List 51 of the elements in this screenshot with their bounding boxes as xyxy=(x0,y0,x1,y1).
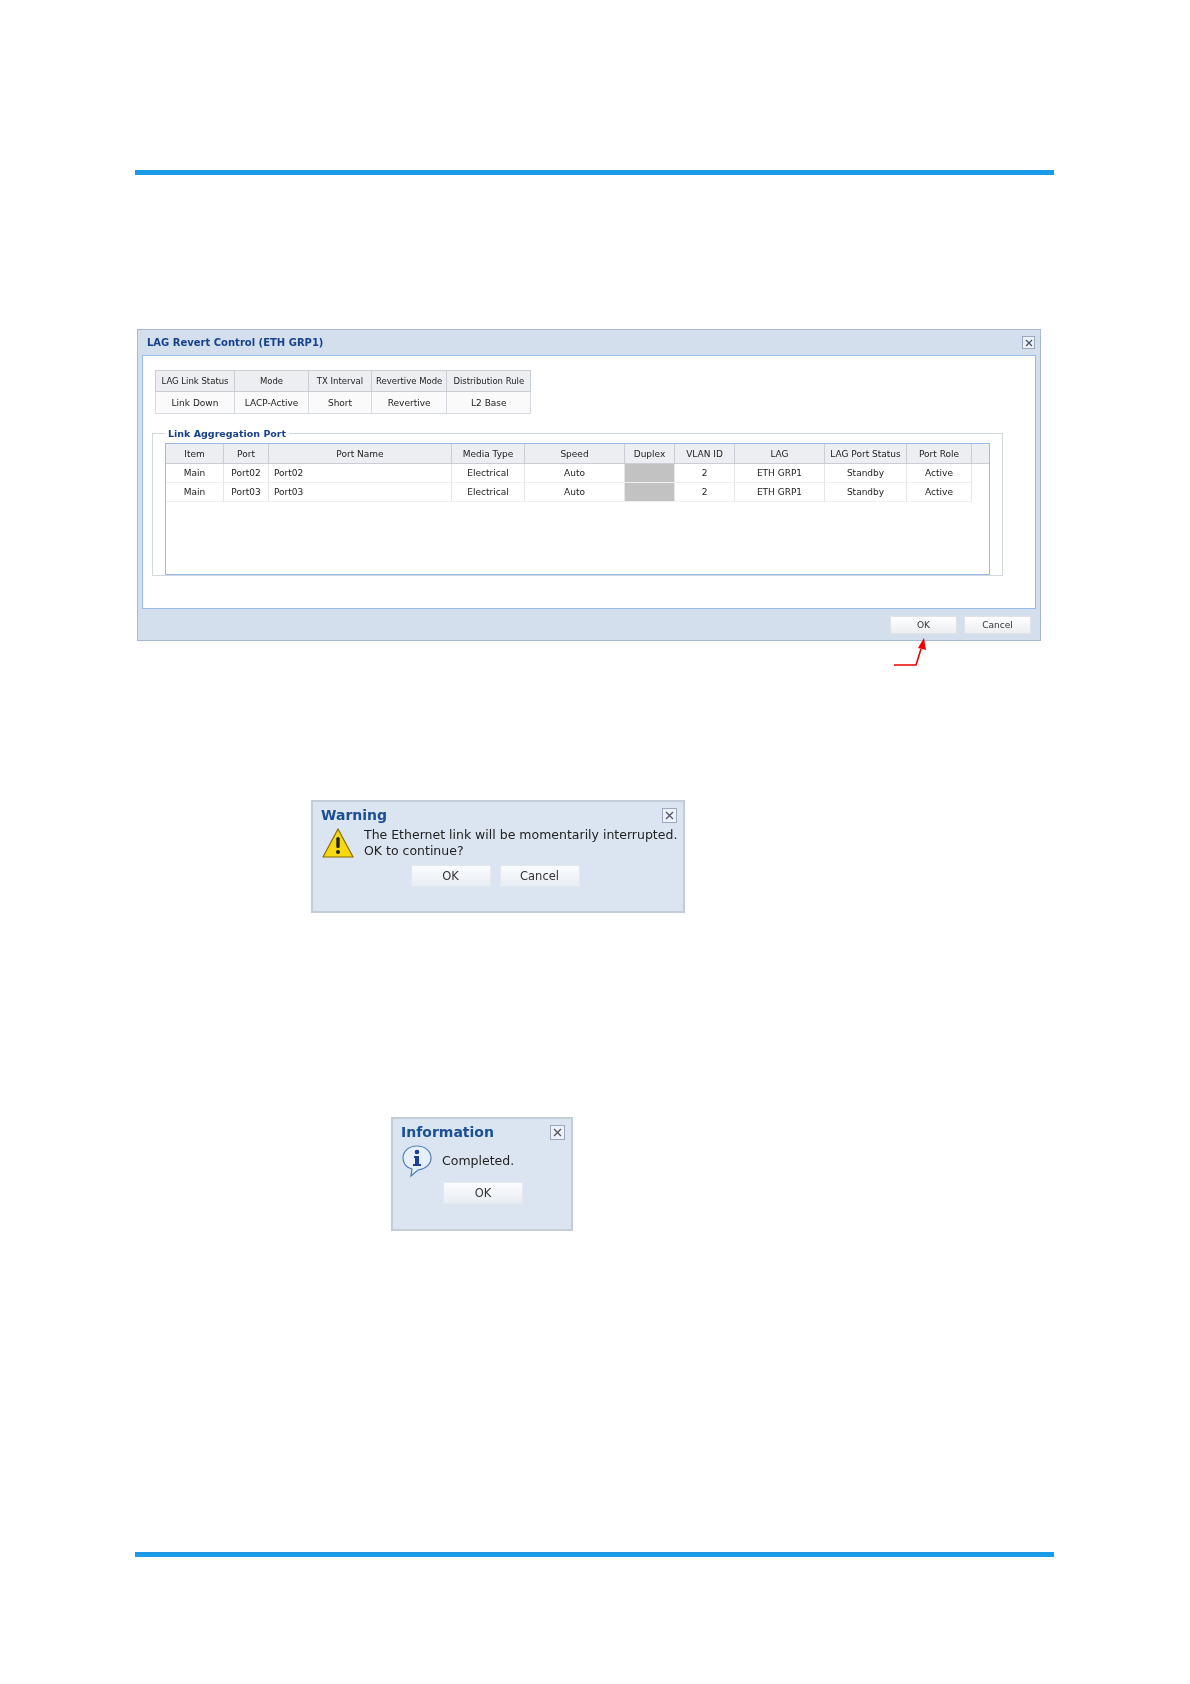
close-button[interactable] xyxy=(662,807,677,823)
ok-button[interactable]: OK xyxy=(443,1182,523,1204)
table-cell: Active xyxy=(907,464,972,483)
dialog-title: Warning xyxy=(321,807,388,823)
column-header: Revertive Mode xyxy=(371,370,447,392)
table-cell: Standby xyxy=(825,483,907,502)
table-cell: Standby xyxy=(825,464,907,483)
ok-button[interactable]: OK xyxy=(890,615,957,634)
table-cell: Port03 xyxy=(224,483,269,502)
table-cell: Link Down xyxy=(155,391,235,414)
table-cell: Port02 xyxy=(224,464,269,483)
cancel-button[interactable]: Cancel xyxy=(499,865,580,887)
message-text: The Ethernet link will be momentarily interrupted. xyxy=(364,827,678,843)
column-header: Port Role xyxy=(907,444,972,464)
column-header: Item xyxy=(166,444,224,464)
close-button[interactable] xyxy=(550,1124,565,1140)
column-header: Port Name xyxy=(269,444,452,464)
info-icon xyxy=(401,1144,433,1178)
table-cell: Main xyxy=(166,483,224,502)
column-header: LAG Port Status xyxy=(825,444,907,464)
column-header: LAG Link Status xyxy=(155,370,235,392)
warning-icon xyxy=(321,827,355,859)
column-header: Speed xyxy=(525,444,625,464)
table-cell: Active xyxy=(907,483,972,502)
column-header: LAG xyxy=(735,444,825,464)
table-cell: Electrical xyxy=(452,483,525,502)
table-cell: Electrical xyxy=(452,464,525,483)
column-header: Distribution Rule xyxy=(446,370,531,392)
header-filler xyxy=(972,444,989,464)
table-cell: 2 xyxy=(675,483,735,502)
cancel-button[interactable]: Cancel xyxy=(964,615,1031,634)
pointer-arrow xyxy=(893,637,928,667)
table-cell: ETH GRP1 xyxy=(735,464,825,483)
column-header: Media Type xyxy=(452,444,525,464)
ok-button[interactable]: OK xyxy=(410,865,491,887)
column-header: TX Interval xyxy=(308,370,372,392)
close-button[interactable] xyxy=(1022,336,1035,349)
table-cell: ETH GRP1 xyxy=(735,483,825,502)
column-header: Mode xyxy=(234,370,309,392)
message-text: OK to continue? xyxy=(364,843,465,859)
table-cell: Port03 xyxy=(269,483,452,502)
column-header: Port xyxy=(224,444,269,464)
table-cell: Port02 xyxy=(269,464,452,483)
table-cell: Main xyxy=(166,464,224,483)
dialog-title: LAG Revert Control (ETH GRP1) xyxy=(147,337,324,348)
column-header: VLAN ID xyxy=(675,444,735,464)
message-text: Completed. xyxy=(442,1153,515,1169)
table-cell: 2 xyxy=(675,464,735,483)
dialog-title: Information xyxy=(401,1124,494,1140)
column-header: Duplex xyxy=(625,444,675,464)
group-title: Link Aggregation Port xyxy=(167,428,288,439)
